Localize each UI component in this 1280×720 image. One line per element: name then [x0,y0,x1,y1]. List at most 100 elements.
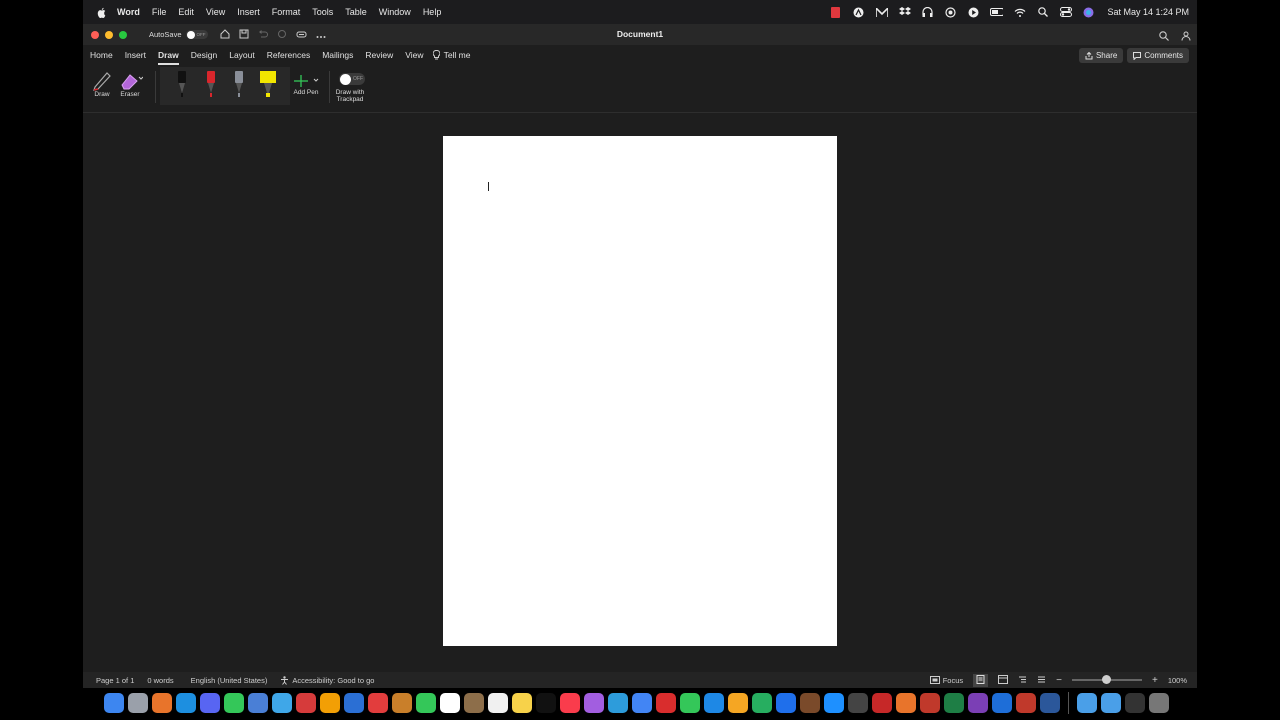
dock-app-icon[interactable] [872,693,892,713]
dock-folder-icon[interactable] [1077,693,1097,713]
wifi-icon[interactable] [1013,6,1026,19]
draw-tool-button[interactable]: Draw [91,69,113,98]
menu-app-word[interactable]: Word [117,7,140,17]
dock-app-icon[interactable] [272,693,292,713]
dock-app-icon[interactable] [464,693,484,713]
app-tray-icon[interactable] [852,6,865,19]
outline-view-icon[interactable] [1018,675,1027,686]
battery-icon[interactable] [990,6,1004,19]
tab-home[interactable]: Home [90,48,113,62]
dock-app-icon[interactable] [224,693,244,713]
comments-button[interactable]: Comments [1127,48,1189,63]
dock-app-icon[interactable] [344,693,364,713]
pen-gray[interactable] [232,67,246,103]
save-icon[interactable] [239,26,249,44]
dock-app-icon[interactable] [608,693,628,713]
undo-icon[interactable] [258,26,268,44]
dock-app-icon[interactable] [728,693,748,713]
dropbox-icon[interactable] [898,6,911,19]
zoom-slider[interactable] [1071,675,1142,684]
minimize-window-button[interactable] [105,30,113,39]
dock-app-icon[interactable] [512,693,532,713]
dock-app-icon[interactable] [968,693,988,713]
dock-folder-icon[interactable] [1125,693,1145,713]
highlighter-yellow[interactable] [259,67,276,103]
trackpad-toggle[interactable]: OFF [339,73,365,85]
menu-edit[interactable]: Edit [178,7,194,17]
menu-tools[interactable]: Tools [312,7,333,17]
eraser-tool-button[interactable]: Eraser [117,69,143,98]
dock-app-icon[interactable] [536,693,556,713]
close-window-button[interactable] [91,30,99,39]
document-page[interactable] [443,136,837,646]
zoom-window-button[interactable] [119,30,127,39]
dock-app-icon[interactable] [776,693,796,713]
tab-view[interactable]: View [405,48,423,62]
dock-app-icon[interactable] [248,693,268,713]
zoom-level[interactable]: 100% [1168,676,1187,685]
menu-insert[interactable]: Insert [237,7,260,17]
autosave-toggle[interactable]: OFF [185,30,208,39]
print-icon[interactable] [296,26,307,44]
record-status-icon[interactable] [944,6,957,19]
dock-app-icon[interactable] [320,693,340,713]
word-count[interactable]: 0 words [147,676,173,685]
dock-app-icon[interactable] [152,693,172,713]
dock-app-icon[interactable] [848,693,868,713]
pen-red[interactable] [204,67,218,103]
share-button[interactable]: Share [1078,48,1124,63]
zoom-in-button[interactable]: + [1152,675,1158,686]
dock-app-icon[interactable] [680,693,700,713]
tab-design[interactable]: Design [191,48,217,62]
language-indicator[interactable]: English (United States) [191,676,268,685]
menu-format[interactable]: Format [272,7,301,17]
dock-app-icon[interactable] [488,693,508,713]
account-icon[interactable] [1181,28,1191,46]
search-icon[interactable] [1159,28,1169,46]
draw-with-trackpad-button[interactable]: OFF Draw with Trackpad [335,73,365,103]
dock-app-icon[interactable] [296,693,316,713]
page-count[interactable]: Page 1 of 1 [96,676,134,685]
dock-app-icon[interactable] [560,693,580,713]
play-icon[interactable] [967,6,980,19]
tab-insert[interactable]: Insert [125,48,146,62]
dock-app-icon[interactable] [200,693,220,713]
draft-view-icon[interactable] [1037,675,1046,686]
tab-references[interactable]: References [267,48,310,62]
dock-app-icon[interactable] [992,693,1012,713]
dock-app-icon[interactable] [440,693,460,713]
dock-app-icon[interactable] [104,693,124,713]
print-layout-view-icon[interactable] [973,673,989,687]
accessibility-checker[interactable]: Accessibility: Good to go [280,676,374,685]
dock-folder-icon[interactable] [1149,693,1169,713]
spotlight-search-icon[interactable] [1036,6,1049,19]
zoom-slider-thumb[interactable] [1102,675,1112,684]
dock-app-icon[interactable] [368,693,388,713]
dock-app-icon[interactable] [944,693,964,713]
dock-app-icon[interactable] [584,693,604,713]
headphones-icon[interactable] [921,6,934,19]
more-options-icon[interactable] [316,26,326,44]
tab-layout[interactable]: Layout [229,48,255,62]
tab-review[interactable]: Review [365,48,393,62]
siri-icon[interactable] [1082,6,1095,19]
dock-folder-icon[interactable] [1101,693,1121,713]
menu-window[interactable]: Window [379,7,411,17]
control-center-icon[interactable] [1059,6,1072,19]
web-layout-view-icon[interactable] [998,674,1009,686]
tab-draw[interactable]: Draw [157,48,179,65]
home-icon[interactable] [220,26,230,44]
menu-file[interactable]: File [152,7,167,17]
dock-app-icon[interactable] [416,693,436,713]
menu-view[interactable]: View [206,7,225,17]
dock-app-icon[interactable] [1040,693,1060,713]
dock-app-icon[interactable] [392,693,412,713]
dock-app-icon[interactable] [1016,693,1036,713]
dock-app-icon[interactable] [632,693,652,713]
dock-app-icon[interactable] [656,693,676,713]
recording-icon[interactable] [829,6,842,19]
dock-app-icon[interactable] [896,693,916,713]
focus-mode-button[interactable]: Focus [929,676,963,685]
menu-help[interactable]: Help [423,7,442,17]
dock-app-icon[interactable] [800,693,820,713]
